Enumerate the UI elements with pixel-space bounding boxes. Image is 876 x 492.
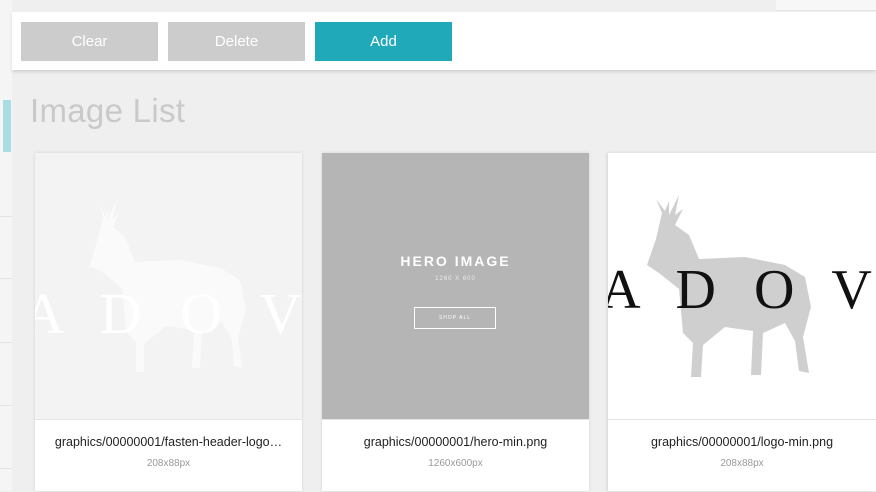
delete-button[interactable]: Delete [168,22,305,61]
deer-logo-icon: A D O V [35,199,302,372]
image-filename: graphics/00000001/hero-min.png [363,435,548,449]
sidebar-divider [0,278,12,279]
hero-size: 1260 X 600 [435,276,476,282]
page-title: Image List [30,92,186,129]
image-dimensions: 208x88px [720,458,764,469]
image-meta: graphics/00000001/hero-min.png 1260x600p… [322,419,589,492]
logo-text: A D O V [608,259,876,321]
image-meta: graphics/00000001/logo-min.png 208x88px [608,419,876,492]
sidebar-divider [0,468,12,469]
image-dimensions: 1260x600px [428,458,483,469]
image-toolbar: Clear Delete Add [12,12,876,70]
image-filename: graphics/00000001/fasten-header-logo… [54,435,283,449]
image-thumbnail: HERO IMAGE 1260 X 600 SHOP ALL [322,153,589,419]
image-thumbnail: A D O V [608,153,876,419]
image-filename: graphics/00000001/logo-min.png [650,435,834,449]
add-button[interactable]: Add [315,22,452,61]
hero-shop-all: SHOP ALL [414,307,496,329]
sidebar-active-indicator [3,100,11,152]
clear-button[interactable]: Clear [21,22,158,61]
image-card[interactable]: A D O V graphics/00000001/fasten-header-… [35,153,302,491]
sidebar-divider [0,405,12,406]
image-card[interactable]: HERO IMAGE 1260 X 600 SHOP ALL graphics/… [322,153,589,491]
background-header-fragment [776,0,876,11]
image-card[interactable]: A D O V graphics/00000001/logo-min.png 2… [608,153,876,491]
image-dimensions: 208x88px [146,458,191,469]
hero-title: HERO IMAGE [400,253,511,269]
sidebar-divider [0,342,12,343]
background-sidebar [0,0,12,491]
logo-text: A D O V [35,281,302,346]
sidebar-divider [0,216,12,217]
deer-logo-icon: A D O V [608,195,876,377]
image-meta: graphics/00000001/fasten-header-logo… 20… [35,419,302,492]
image-thumbnail: A D O V [35,153,302,419]
